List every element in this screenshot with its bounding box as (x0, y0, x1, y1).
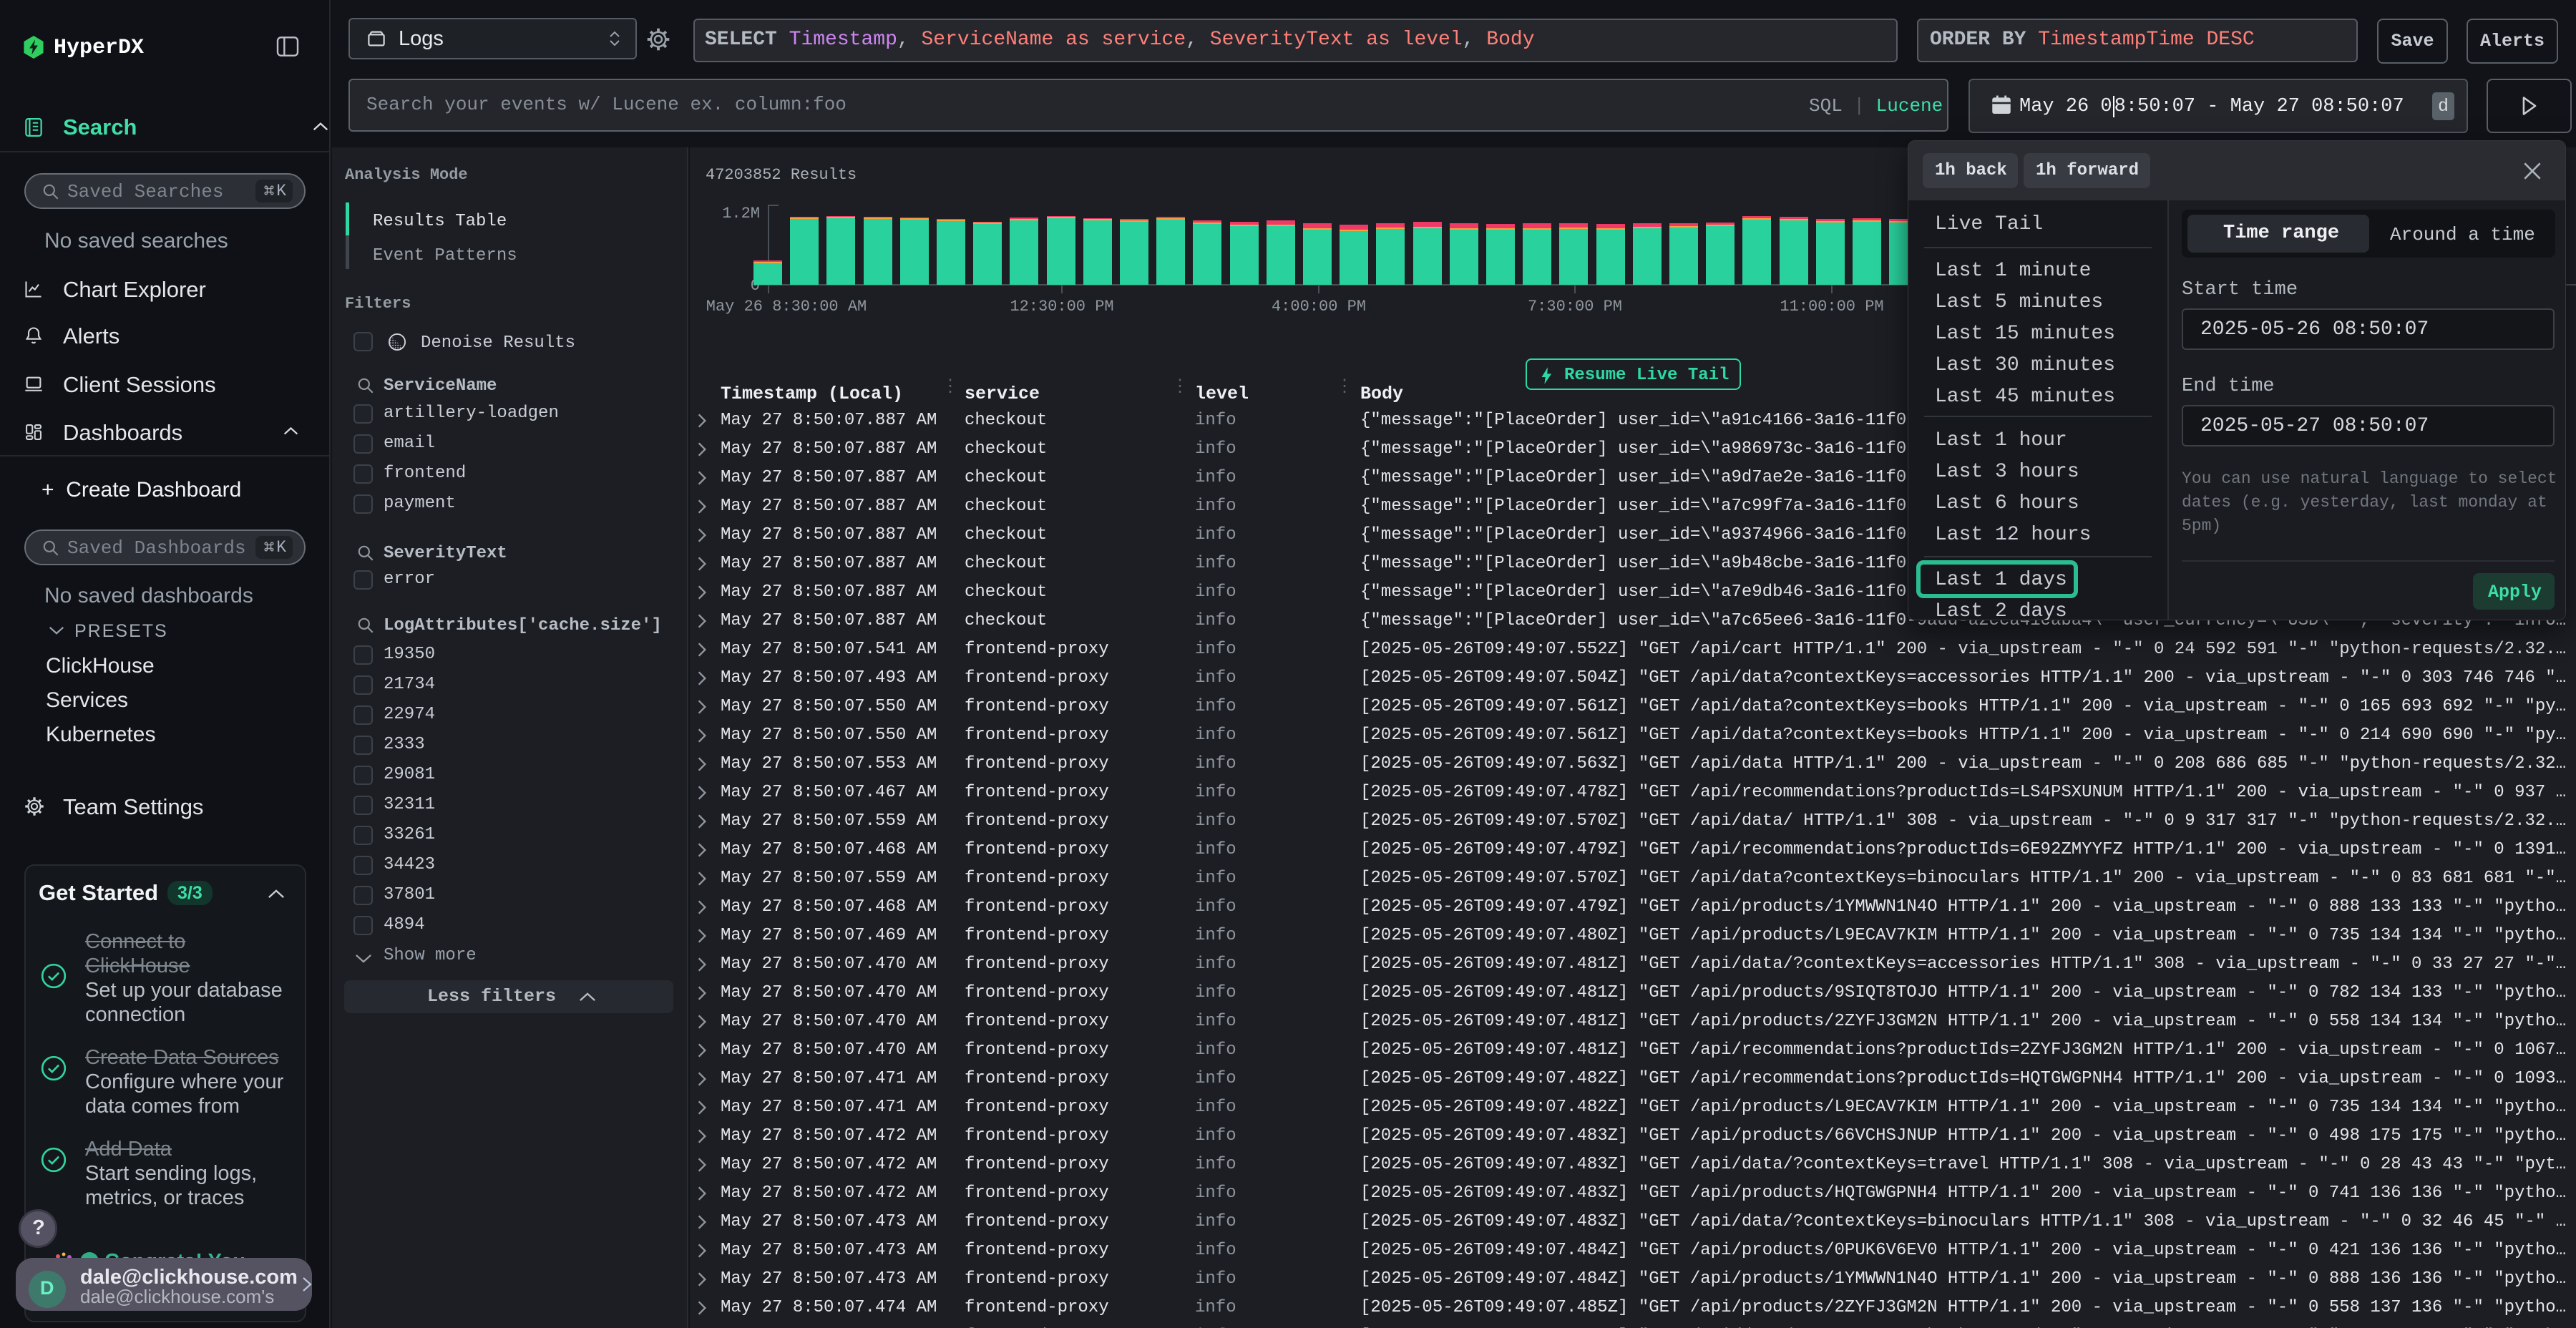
svg-text:May 26 8:30:00 AM: May 26 8:30:00 AM (706, 298, 867, 316)
svg-text:11:00:00 PM: 11:00:00 PM (1780, 298, 1883, 316)
svg-text:12:30:00 PM: 12:30:00 PM (1010, 298, 1113, 316)
svg-text:7:30:00 PM: 7:30:00 PM (1528, 298, 1622, 316)
svg-text:1.2M: 1.2M (722, 205, 760, 223)
svg-text:4:00:00 PM: 4:00:00 PM (1272, 298, 1366, 316)
